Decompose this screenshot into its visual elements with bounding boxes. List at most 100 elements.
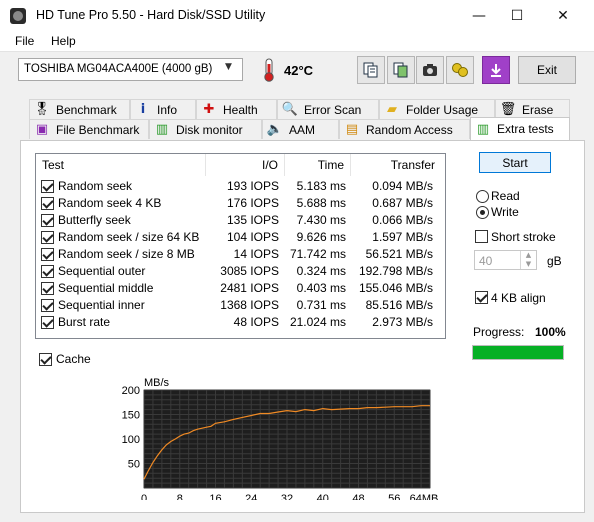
chevron-down-icon[interactable]: ▼ [225,62,239,76]
cache-checkbox[interactable] [37,351,54,368]
column-header-io[interactable]: I/O [206,154,285,176]
row-checkbox[interactable] [41,248,54,261]
chart-xtick-label: 16 [209,493,221,500]
copy-screenshot-button[interactable] [387,56,415,84]
screenshot-button[interactable] [416,56,444,84]
speaker-icon: 🔈 [266,122,284,137]
menu-help[interactable]: Help [51,34,76,48]
write-label: Write [491,205,519,219]
tab-health[interactable]: ✚ Health [196,99,277,119]
transfer-chart: 200 150 100 50 0 8 16 24 32 40 48 56 64MB [122,385,439,500]
tab-benchmark[interactable]: 🎖 Benchmark [29,99,130,119]
column-header-test[interactable]: Test [36,154,206,176]
table-row[interactable]: Burst rate 48 IOPS 21.024 ms 2.973 MB/s [36,314,445,331]
time-value: 0.731 ms [296,298,346,312]
save-download-icon [491,64,501,77]
time-value: 7.430 ms [296,213,346,227]
options-icon [452,63,468,77]
start-button[interactable]: Start [479,152,551,173]
info-icon: i [140,102,146,117]
short-stroke-label: Short stroke [491,230,556,244]
io-value: 193 IOPS [226,179,279,193]
row-checkbox[interactable] [41,231,54,244]
copy-info-button[interactable] [357,56,385,84]
column-header-transfer[interactable]: Transfer [351,154,441,176]
chart-xtick-label: 56 [388,493,400,500]
column-header-time[interactable]: Time [285,154,351,176]
progress-bar [472,345,564,360]
test-name: Sequential middle [58,281,154,295]
tab-disk-monitor[interactable]: ▥ Disk monitor [149,119,262,139]
test-name: Butterfly seek [58,213,131,227]
row-checkbox[interactable] [41,299,54,312]
chart-ytick-label: 200 [122,385,140,397]
chart-xtick-label: 24 [245,493,257,500]
table-row[interactable]: Random seek 4 KB 176 IOPS 5.688 ms 0.687 MB… [36,195,445,212]
row-checkbox[interactable] [41,214,54,227]
tab-label: Benchmark [56,102,117,117]
transfer-value: 85.516 MB/s [365,298,433,312]
time-value: 0.403 ms [296,281,346,295]
exit-button[interactable]: Exit [518,56,576,84]
io-value: 2481 IOPS [220,281,279,295]
time-value: 9.626 ms [296,230,346,244]
table-row[interactable]: Sequential inner 1368 IOPS 0.731 ms 85.516 … [36,297,445,314]
io-value: 104 IOPS [226,230,279,244]
tab-extra-tests[interactable]: ▥ Extra tests [470,117,570,140]
test-name: Sequential inner [58,298,145,312]
table-row[interactable]: Sequential middle 2481 IOPS 0.403 ms 155.04… [36,280,445,297]
align-label: 4 KB align [491,291,546,305]
read-radio[interactable] [476,190,489,203]
save-button[interactable] [482,56,510,84]
transfer-value: 0.687 MB/s [372,196,433,210]
transfer-value: 56.521 MB/s [365,247,433,261]
options-button[interactable] [446,56,474,84]
tab-aam[interactable]: 🔈 AAM [262,119,339,139]
progress-fill [473,346,563,359]
tab-label: Random Access [366,122,453,137]
menu-file[interactable]: File [15,34,34,48]
tab-random-access[interactable]: ▤ Random Access [339,119,470,139]
tab-info[interactable]: i Info [130,99,196,119]
row-checkbox[interactable] [41,180,54,193]
write-radio[interactable] [476,206,489,219]
align-checkbox[interactable] [475,291,488,304]
health-icon: ✚ [203,102,215,117]
table-row[interactable]: Random seek / size 8 MB 14 IOPS 71.742 ms 5… [36,246,445,263]
row-checkbox[interactable] [41,282,54,295]
drive-select[interactable]: TOSHIBA MG04ACA400E (4000 gB) [18,58,243,81]
tab-error-scan[interactable]: 🔍 Error Scan [277,99,379,119]
test-name: Random seek / size 64 KB [58,230,200,244]
transfer-value: 0.066 MB/s [372,213,433,227]
tab-file-benchmark[interactable]: ▣ File Benchmark [29,119,149,139]
tab-label: Folder Usage [406,102,479,117]
folder-icon: ▰ [387,102,397,117]
table-row[interactable]: Random seek 193 IOPS 5.183 ms 0.094 MB/s [36,178,445,195]
stroke-size-spinner[interactable]: ▲ ▼ [520,251,536,269]
random-access-icon: ▤ [345,122,359,137]
tab-label: Extra tests [497,122,554,136]
tab-label: Health [223,102,258,117]
row-checkbox[interactable] [41,197,54,210]
row-checkbox[interactable] [41,316,54,329]
table-row[interactable]: Butterfly seek 135 IOPS 7.430 ms 0.066 MB/s [36,212,445,229]
file-benchmark-icon: ▣ [35,122,49,137]
chart-ytick-label: 100 [122,434,140,446]
short-stroke-checkbox[interactable] [475,230,488,243]
temperature-value: 42°C [284,63,314,78]
tab-erase[interactable]: 🗑 Erase [495,99,570,119]
table-row[interactable]: Random seek / size 64 KB 104 IOPS 9.626 ms… [36,229,445,246]
tab-label: File Benchmark [56,122,140,137]
extra-tests-icon: ▥ [476,121,490,137]
close-button[interactable]: ✕ [540,0,586,31]
table-row[interactable]: Sequential outer 3085 IOPS 0.324 ms 192.798… [36,263,445,280]
transfer-value: 155.046 MB/s [358,281,433,295]
io-value: 1368 IOPS [220,298,279,312]
test-name: Random seek / size 8 MB [58,247,195,261]
tab-folder-usage[interactable]: ▰ Folder Usage [379,99,495,119]
maximize-button[interactable]: ☐ [494,0,540,31]
time-value: 71.742 ms [289,247,346,261]
time-value: 5.688 ms [296,196,346,210]
row-checkbox[interactable] [41,265,54,278]
tab-label: Error Scan [304,102,362,117]
